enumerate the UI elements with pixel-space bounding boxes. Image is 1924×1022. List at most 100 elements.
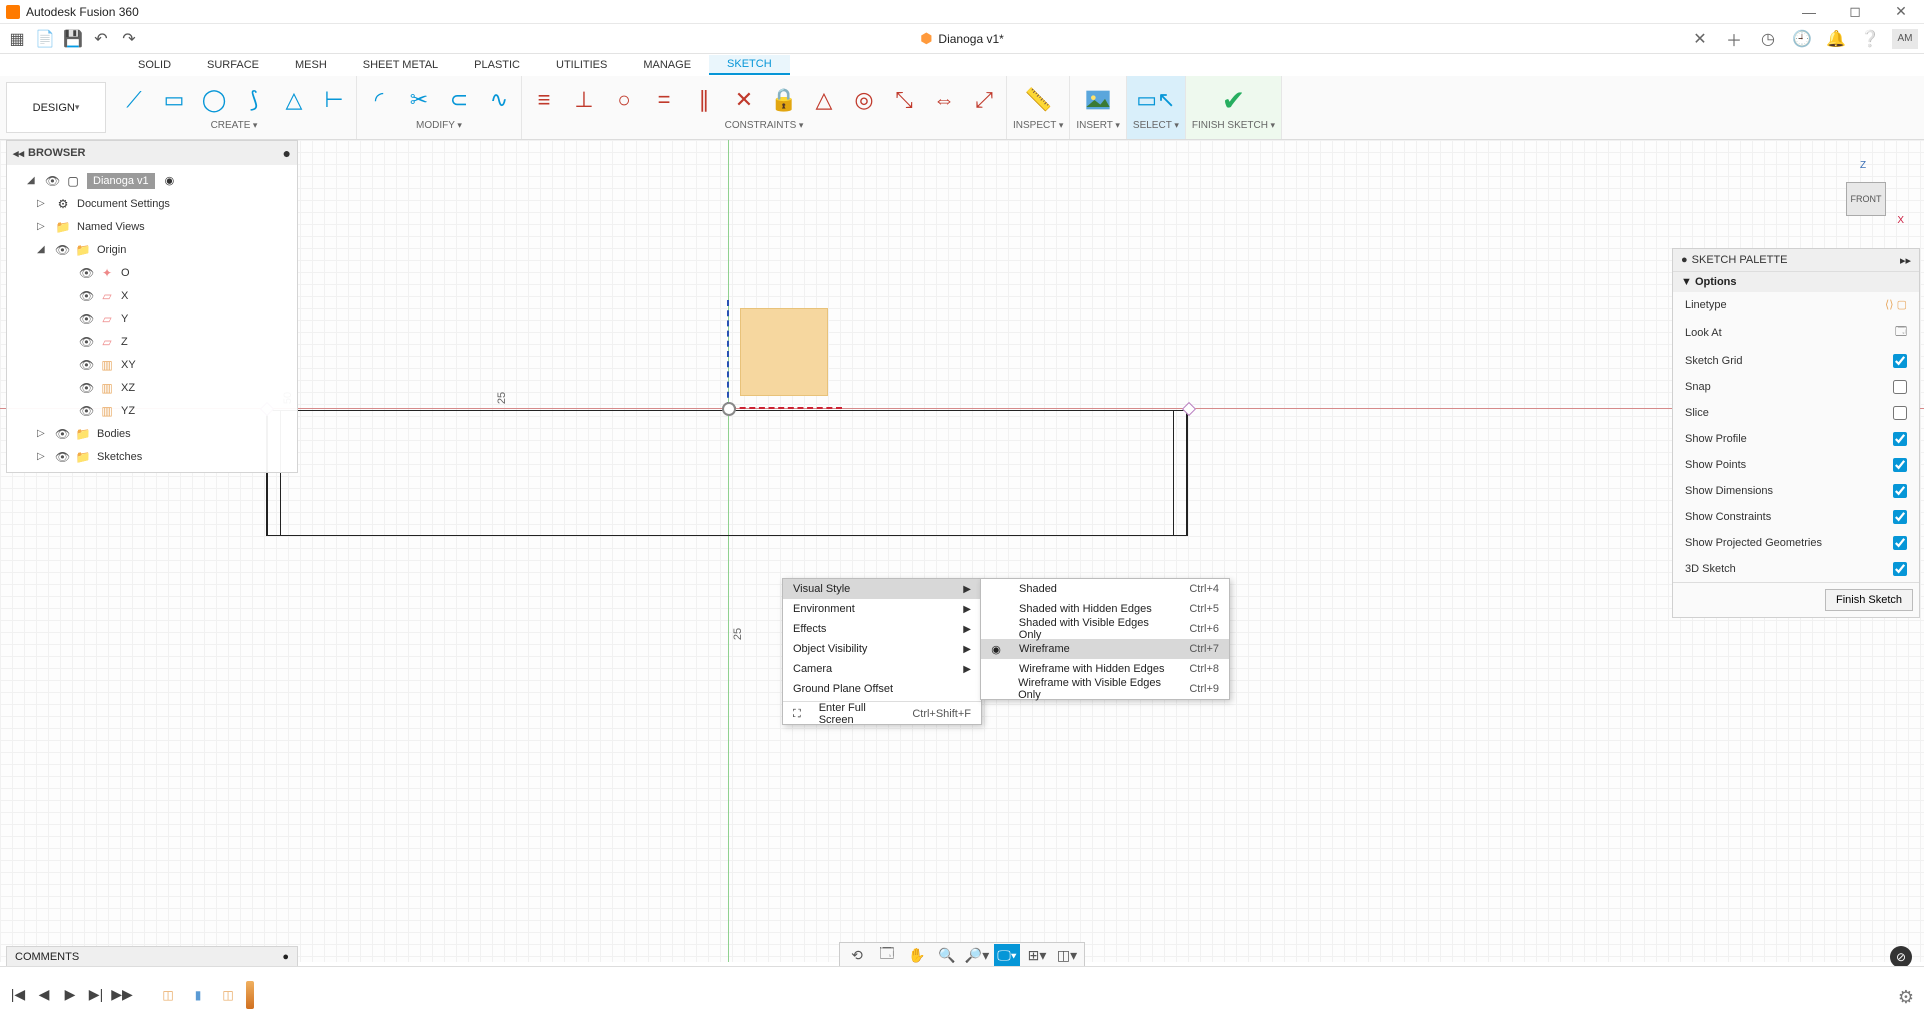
tab-utilities[interactable]: UTILITIES (538, 56, 625, 74)
circle-tool-icon[interactable]: ◯ (198, 84, 230, 116)
inspect-label[interactable]: INSPECT (1013, 120, 1063, 131)
comments-settings-icon[interactable]: ● (282, 951, 289, 963)
menu-effects[interactable]: Effects▶ (783, 619, 981, 639)
palette-header[interactable]: ●SKETCH PALETTE▸▸ (1673, 249, 1919, 271)
tangent-constraint-icon[interactable]: ○ (608, 84, 640, 116)
orbit-icon[interactable]: ⟲ (844, 944, 870, 966)
tab-mesh[interactable]: MESH (277, 56, 345, 74)
user-avatar[interactable]: AM (1892, 29, 1918, 49)
tree-origin-y[interactable]: 👁▱Y (7, 307, 297, 330)
menu-camera[interactable]: Camera▶ (783, 659, 981, 679)
perpendicular-constraint-icon[interactable]: ✕ (728, 84, 760, 116)
timeline-feature-active-sketch[interactable]: ◫ (216, 983, 240, 1007)
grid-checkbox[interactable] (1893, 354, 1907, 368)
undo-icon[interactable]: ↶ (90, 28, 112, 50)
browser-header[interactable]: ◂◂ BROWSER ● (7, 141, 297, 165)
tree-doc-settings[interactable]: ▷⚙Document Settings (7, 192, 297, 215)
construction-line-vertical[interactable] (727, 300, 729, 408)
select-label[interactable]: SELECT (1133, 120, 1179, 131)
palette-linetype[interactable]: Linetype⟨⟩ ▢ (1673, 292, 1919, 317)
vertical-constraint-icon[interactable]: ⊥ (568, 84, 600, 116)
points-checkbox[interactable] (1893, 458, 1907, 472)
timeline-start-icon[interactable]: |◀ (8, 985, 28, 1005)
pan-icon[interactable]: ✋ (904, 944, 930, 966)
timeline-prev-icon[interactable]: ◀ (34, 985, 54, 1005)
menu-shaded-hidden[interactable]: Shaded with Hidden EdgesCtrl+5 (981, 599, 1229, 619)
sketch-profile-rectangle[interactable] (740, 308, 828, 396)
select-tool-icon[interactable]: ▭↖ (1140, 84, 1172, 116)
dimension-25a[interactable]: 25 (496, 392, 508, 404)
insert-label[interactable]: INSERT (1076, 120, 1120, 131)
lock-constraint-icon[interactable]: 🔒 (768, 84, 800, 116)
constraints-checkbox[interactable] (1893, 510, 1907, 524)
polygon-tool-icon[interactable]: △ (278, 84, 310, 116)
measure-tool-icon[interactable]: 📏 (1022, 84, 1054, 116)
timeline-end-icon[interactable]: ▶▶ (112, 985, 132, 1005)
feedback-icon[interactable]: ⊘ (1890, 946, 1912, 968)
tree-root-row[interactable]: ◢👁 ▢ Dianoga v1 ◉ (7, 169, 297, 192)
zoom-icon[interactable]: 🔍 (934, 944, 960, 966)
slice-checkbox[interactable] (1893, 406, 1907, 420)
coincident-constraint-icon[interactable]: △ (808, 84, 840, 116)
constraints-label[interactable]: CONSTRAINTS (725, 120, 804, 131)
menu-ground-plane[interactable]: Ground Plane Offset (783, 679, 981, 699)
tree-origin-x[interactable]: 👁▱X (7, 284, 297, 307)
projected-checkbox[interactable] (1893, 536, 1907, 550)
timeline-next-icon[interactable]: ▶| (86, 985, 106, 1005)
workspace-switcher[interactable]: DESIGN (6, 82, 106, 133)
text-tool-icon[interactable]: ⊢ (318, 84, 350, 116)
offset-tool-icon[interactable]: ∿ (483, 84, 515, 116)
file-menu-icon[interactable]: 📄 (34, 28, 56, 50)
grid-settings-icon[interactable]: ⊞▾ (1024, 944, 1050, 966)
minimize-button[interactable]: — (1786, 0, 1832, 24)
comments-panel[interactable]: COMMENTS ● (6, 946, 298, 968)
timeline-play-icon[interactable]: ▶ (60, 985, 80, 1005)
lookat-icon[interactable]: 🗔 (1895, 323, 1907, 342)
menu-wireframe[interactable]: ◉WireframeCtrl+7 (981, 639, 1229, 659)
redo-icon[interactable]: ↷ (118, 28, 140, 50)
notifications-icon[interactable]: 🔔 (1824, 27, 1848, 51)
palette-section-options[interactable]: ▼ Options (1673, 271, 1919, 292)
curvature-constraint-icon[interactable]: ⤢ (968, 84, 1000, 116)
view-cube-face[interactable]: FRONT (1846, 182, 1886, 216)
display-settings-icon[interactable]: 🖵▾ (994, 944, 1020, 966)
viewport-icon[interactable]: ◫▾ (1054, 944, 1080, 966)
tab-plastic[interactable]: PLASTIC (456, 56, 538, 74)
menu-environment[interactable]: Environment▶ (783, 599, 981, 619)
concentric-constraint-icon[interactable]: ◎ (848, 84, 880, 116)
data-panel-icon[interactable]: ▦ (6, 28, 28, 50)
close-button[interactable]: ✕ (1878, 0, 1924, 24)
modify-label[interactable]: MODIFY (416, 120, 462, 131)
tree-origin-o[interactable]: 👁✦O (7, 261, 297, 284)
job-status-icon[interactable]: 🕘 (1790, 27, 1814, 51)
menu-wireframe-hidden[interactable]: Wireframe with Hidden EdgesCtrl+8 (981, 659, 1229, 679)
tab-manage[interactable]: MANAGE (625, 56, 709, 74)
view-cube[interactable]: Z FRONT X (1836, 164, 1896, 224)
close-tab-icon[interactable]: ✕ (1688, 27, 1712, 51)
palette-lookat[interactable]: Look At🗔 (1673, 317, 1919, 348)
line-tool-icon[interactable]: ⟋ (118, 84, 150, 116)
create-label[interactable]: CREATE (211, 120, 258, 131)
tree-origin-z[interactable]: 👁▱Z (7, 330, 297, 353)
symmetry-constraint-icon[interactable]: ⇔ (928, 84, 960, 116)
snap-checkbox[interactable] (1893, 380, 1907, 394)
arc-tool-icon[interactable]: ⟆ (238, 84, 270, 116)
tree-origin[interactable]: ◢👁📁Origin (7, 238, 297, 261)
lookat-nav-icon[interactable]: 🗔 (874, 944, 900, 966)
sketch-body-rectangle[interactable] (266, 410, 1188, 536)
equal-constraint-icon[interactable]: = (648, 84, 680, 116)
tab-sheetmetal[interactable]: SHEET METAL (345, 56, 456, 74)
tree-named-views[interactable]: ▷📁Named Views (7, 215, 297, 238)
new-tab-icon[interactable]: ＋ (1722, 27, 1746, 51)
finish-sketch-button[interactable]: Finish Sketch (1825, 589, 1913, 611)
menu-fullscreen[interactable]: ⛶Enter Full ScreenCtrl+Shift+F (783, 704, 981, 724)
extensions-icon[interactable]: ◷ (1756, 27, 1780, 51)
origin-point[interactable] (722, 402, 736, 416)
linetype-icon[interactable]: ⟨⟩ ▢ (1885, 298, 1907, 311)
dims-checkbox[interactable] (1893, 484, 1907, 498)
dimension-25b[interactable]: 25 (732, 628, 744, 640)
tree-origin-xz[interactable]: 👁▥XZ (7, 376, 297, 399)
document-tab[interactable]: ⬢ Dianoga v1* (920, 30, 1004, 47)
menu-wireframe-visible[interactable]: Wireframe with Visible Edges OnlyCtrl+9 (981, 679, 1229, 699)
browser-settings-icon[interactable]: ● (283, 145, 291, 161)
